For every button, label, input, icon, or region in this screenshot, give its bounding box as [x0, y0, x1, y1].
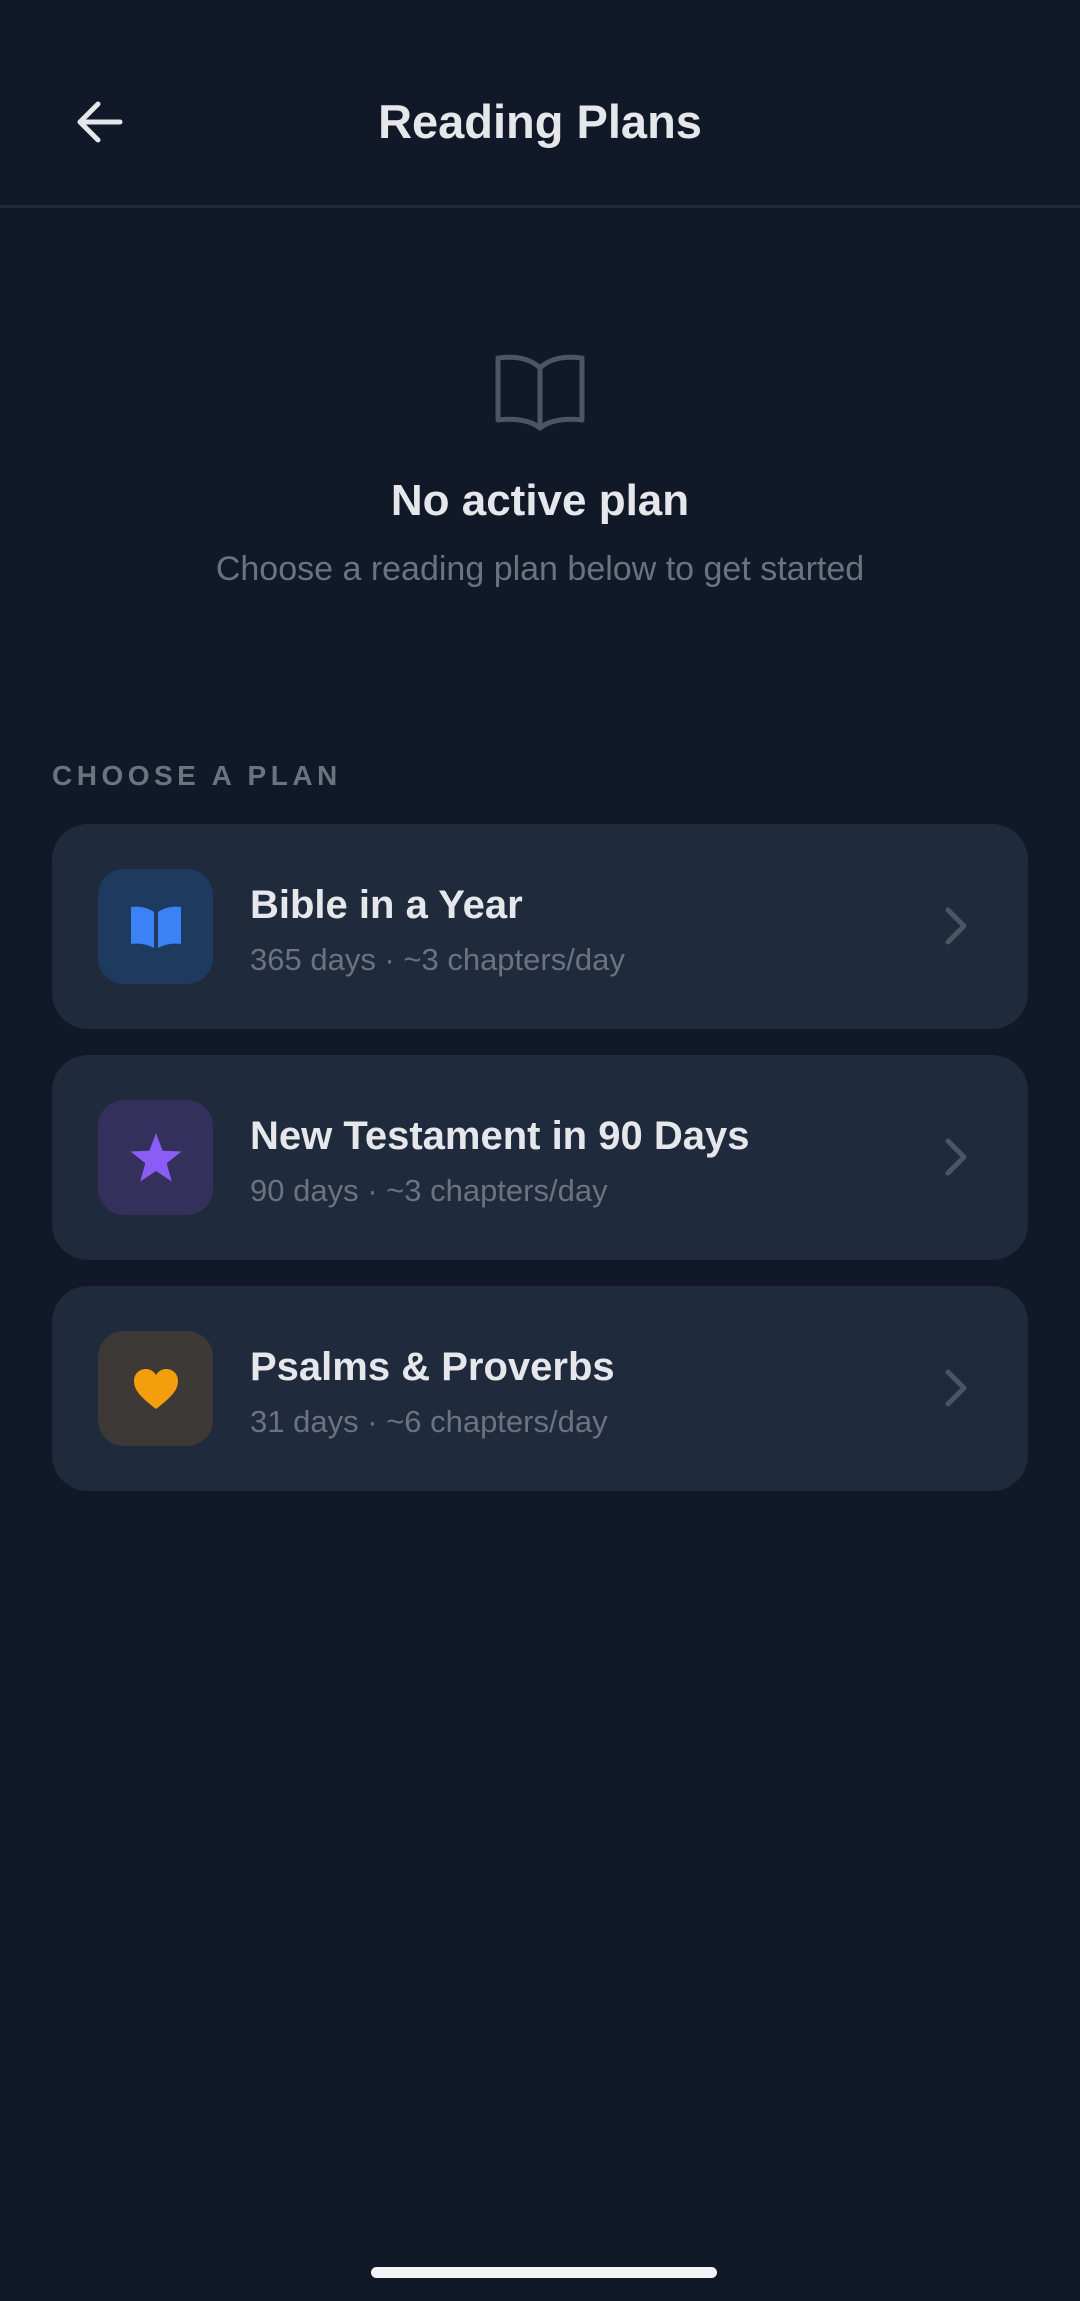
open-book-icon: [495, 354, 585, 431]
plan-meta: 365 days · ~3 chapters/day: [250, 942, 625, 977]
empty-state-subtitle: Choose a reading plan below to get start…: [215, 550, 865, 588]
plan-meta: 31 days · ~6 chapters/day: [250, 1404, 608, 1439]
app-header: Reading Plans: [0, 0, 1080, 208]
plan-icon-box: [98, 1331, 213, 1446]
plan-card-bible-in-a-year[interactable]: Bible in a Year 365 days · ~3 chapters/d…: [52, 824, 1028, 1029]
star-icon: [130, 1132, 181, 1181]
plan-meta: 90 days · ~3 chapters/day: [250, 1173, 608, 1208]
empty-state-title: No active plan: [390, 476, 690, 525]
plan-card-psalms-and-proverbs[interactable]: Psalms & Proverbs 31 days · ~6 chapters/…: [52, 1286, 1028, 1491]
home-indicator[interactable]: [371, 2267, 717, 2278]
chevron-right-icon: [934, 1366, 978, 1410]
chevron-right-icon: [934, 904, 978, 948]
book-icon: [130, 906, 181, 948]
section-label: CHOOSE A PLAN: [52, 760, 342, 791]
page-title: Reading Plans: [378, 95, 702, 148]
plan-card-new-testament-90-days[interactable]: New Testament in 90 Days 90 days · ~3 ch…: [52, 1055, 1028, 1260]
plan-name: New Testament in 90 Days: [250, 1114, 750, 1158]
chevron-right-icon: [934, 1135, 978, 1179]
plan-icon-box: [98, 1100, 213, 1215]
plan-name: Bible in a Year: [250, 883, 523, 927]
heart-icon: [133, 1368, 178, 1409]
plan-name: Psalms & Proverbs: [250, 1345, 615, 1389]
plan-icon-box: [98, 869, 213, 984]
empty-state: No active plan Choose a reading plan bel…: [0, 350, 1080, 591]
